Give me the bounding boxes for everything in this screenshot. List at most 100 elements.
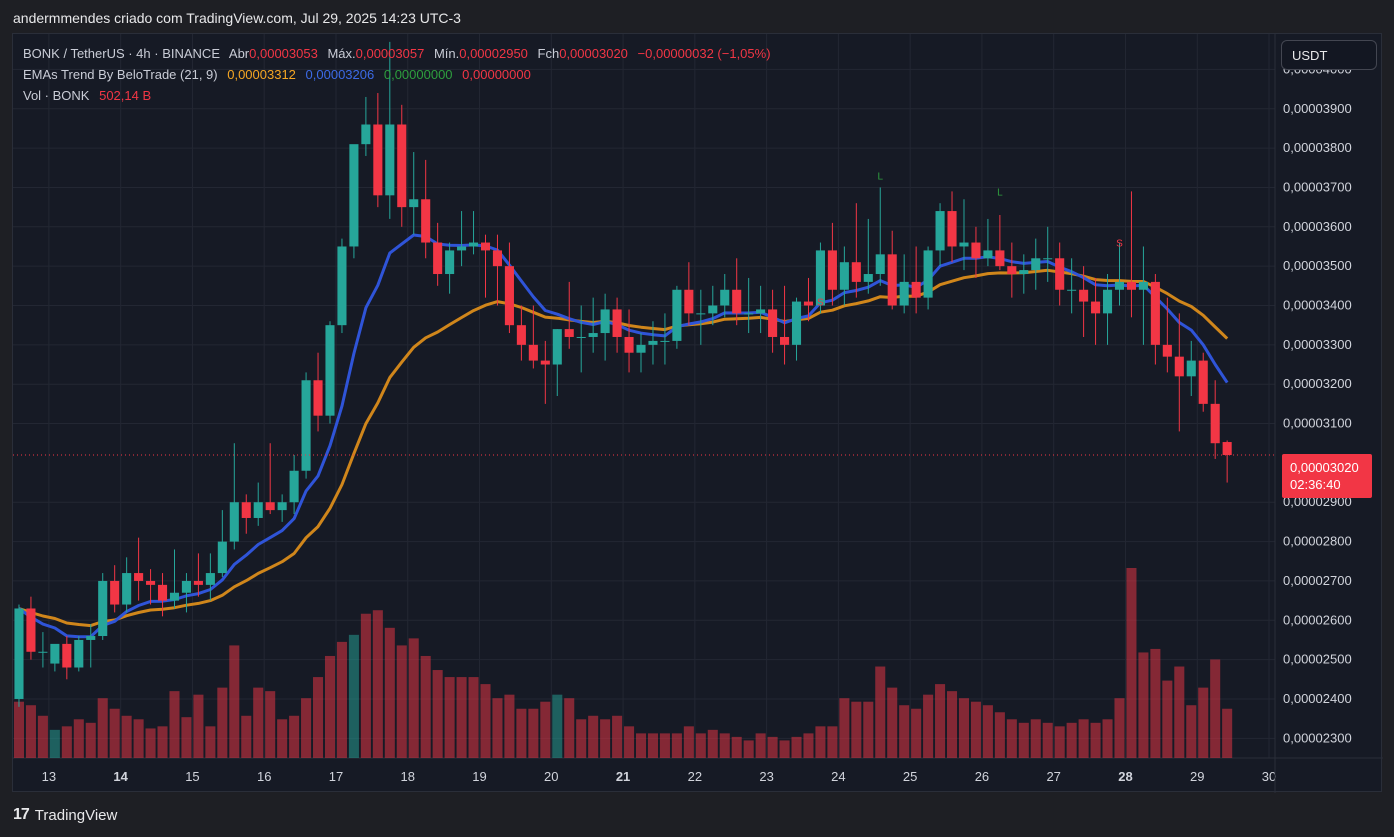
price-chart[interactable]: 0,00002300 0,00002400 0,00002500 0,00002600… <box>13 34 1383 793</box>
price-tick-label: 0,00002400 <box>1283 691 1352 706</box>
volume-bar <box>1114 698 1125 758</box>
candle-body <box>768 309 778 337</box>
volume-bar <box>13 701 25 758</box>
candle-body <box>971 242 981 259</box>
volume-bar <box>85 722 96 758</box>
snapshot-header: andermmendes criado com TradingView.com,… <box>13 10 461 26</box>
volume-bar <box>887 687 898 758</box>
volume-bar <box>480 684 491 758</box>
volume-bar <box>935 684 946 758</box>
indicator-value-3: 0,00000000 <box>383 67 453 82</box>
candle-body <box>516 325 526 345</box>
candle-body <box>468 242 479 247</box>
volume-bar <box>1162 680 1173 758</box>
candle-body <box>205 573 215 585</box>
symbol-name[interactable]: BONK / TetherUS · 4h · BINANCE <box>23 46 220 61</box>
time-tick-label: 16 <box>257 769 271 784</box>
indicator-name[interactable]: EMAs Trend By BeloTrade (21, 9) <box>23 67 218 82</box>
volume-bar <box>1042 722 1053 758</box>
volume-legend: Vol · BONK 502,14 B <box>23 88 157 103</box>
currency-button[interactable]: USDT <box>1281 40 1377 70</box>
tradingview-brand[interactable]: 17 TradingView <box>13 806 117 824</box>
volume-bar <box>145 728 156 758</box>
time-tick-label: 15 <box>185 769 199 784</box>
close-value: 0,00003020 <box>559 46 628 61</box>
volume-bar <box>647 733 658 758</box>
candle-body <box>110 580 120 605</box>
chart-area[interactable]: 0,00002300 0,00002400 0,00002500 0,00002600… <box>12 33 1383 793</box>
candle-body <box>229 502 239 542</box>
candle-body <box>62 643 72 668</box>
open-label: Abr <box>228 46 250 61</box>
volume-bar <box>1078 719 1089 758</box>
candle-body <box>851 262 861 282</box>
candle-body <box>169 592 180 601</box>
volume-bar <box>779 740 790 758</box>
price-tick-label: 0,00003100 <box>1283 416 1352 431</box>
volume-bar <box>875 666 886 758</box>
candle-body <box>1055 258 1065 290</box>
price-tick-label: 0,00002700 <box>1283 573 1352 588</box>
candle-body <box>1091 301 1101 314</box>
volume-bar <box>1210 659 1221 758</box>
volume-bar <box>958 698 970 758</box>
candle-body <box>983 250 993 259</box>
candle-body <box>385 124 395 196</box>
volume-bar <box>217 687 228 758</box>
candle-body <box>445 250 455 275</box>
indicator-value-2: 0,00003206 <box>305 67 375 82</box>
candle-body <box>373 124 383 196</box>
indicator-value-1: 0,00003312 <box>227 67 296 82</box>
candle-body <box>935 211 945 251</box>
volume-bar <box>863 701 874 758</box>
candle-body <box>74 639 84 668</box>
candle-body <box>1007 266 1017 275</box>
candle-body <box>1031 258 1041 271</box>
volume-bar <box>588 715 599 758</box>
candle-body <box>1114 281 1125 290</box>
volume-value: 502,14 B <box>99 88 152 103</box>
candle-body <box>409 199 419 208</box>
volume-bar <box>827 726 838 758</box>
candle-body <box>648 340 658 345</box>
candle-body <box>600 309 610 334</box>
candle-body <box>911 281 921 298</box>
candle-body <box>457 246 467 251</box>
time-tick-label: 25 <box>903 769 917 784</box>
candle-body <box>14 608 24 699</box>
high-value: 0,00003057 <box>355 46 425 61</box>
candle-body <box>217 541 227 574</box>
volume-bar <box>839 698 850 758</box>
volume-bar <box>683 726 694 758</box>
volume-bar <box>612 715 623 758</box>
volume-bar <box>851 701 862 758</box>
price-tick-label: 0,00003800 <box>1283 140 1352 155</box>
candle-body <box>1126 281 1137 290</box>
volume-bar <box>169 691 180 758</box>
volume-bar <box>37 715 48 758</box>
volume-bar <box>205 726 216 758</box>
volume-bar <box>1054 726 1065 758</box>
time-tick-label: 22 <box>688 769 702 784</box>
volume-bar <box>540 701 551 758</box>
time-tick-label: 13 <box>42 769 56 784</box>
candle-body <box>1150 281 1160 345</box>
candle-body <box>289 470 299 503</box>
candle-body <box>421 199 431 243</box>
volume-bar <box>982 705 993 758</box>
indicator-value-4: 0,00000000 <box>462 67 531 82</box>
volume-bar <box>528 708 539 758</box>
time-tick-label: 30 <box>1262 769 1276 784</box>
volume-bar <box>289 715 300 758</box>
volume-bar <box>946 691 958 758</box>
volume-bar <box>899 705 910 758</box>
candle-body <box>540 360 550 365</box>
volume-bar <box>1222 708 1233 758</box>
price-tick-label: 0,00002800 <box>1283 534 1352 549</box>
volume-label[interactable]: Vol · BONK <box>23 88 89 103</box>
volume-bar <box>767 736 778 758</box>
candle-body <box>684 289 694 314</box>
volume-bar <box>1174 666 1185 758</box>
volume-bar <box>659 733 670 758</box>
candle-body <box>241 502 251 518</box>
